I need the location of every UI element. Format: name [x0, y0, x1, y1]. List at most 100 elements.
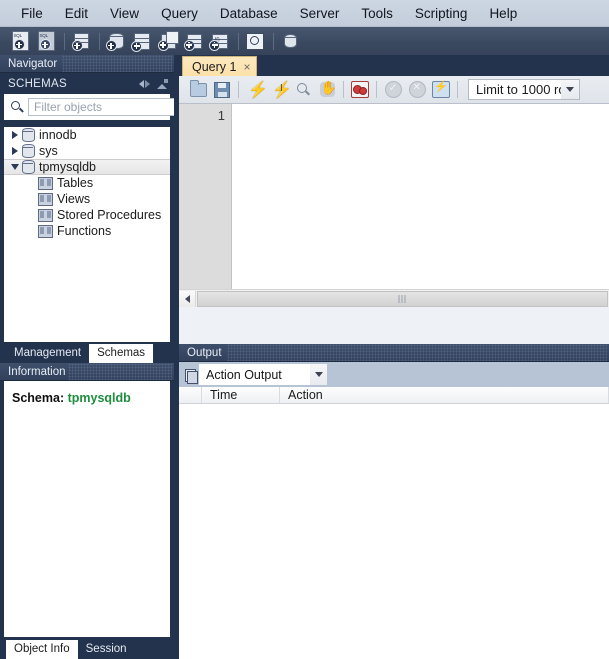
info-schema-value: tpmysqldb — [67, 391, 131, 405]
query-toolbar: Limit to 1000 ro — [179, 76, 609, 104]
filter-row — [4, 94, 195, 120]
mysql-workbench-window: File Edit View Query Database Server Too… — [0, 0, 609, 659]
output-type-value: Action Output — [206, 367, 282, 382]
tree-item-stored-procedures[interactable]: Stored Procedures — [4, 207, 170, 223]
schemas-header: SCHEMAS — [0, 73, 174, 94]
toolbar-separator — [273, 32, 274, 50]
output-type-select[interactable]: Action Output — [199, 364, 327, 385]
tree-item-tables[interactable]: Tables — [4, 175, 170, 191]
menu-item-tools[interactable]: Tools — [350, 4, 404, 23]
information-title: Information — [8, 365, 66, 378]
search-data-icon[interactable] — [243, 29, 267, 53]
tables-folder-icon — [38, 176, 53, 190]
tab-management[interactable]: Management — [6, 344, 89, 363]
chevron-right-icon[interactable] — [8, 128, 22, 142]
new-sql-tab-icon[interactable] — [8, 29, 32, 53]
tree-item-label: tpmysqldb — [39, 160, 96, 174]
query-toolbar-separator — [343, 81, 344, 98]
new-table-icon[interactable] — [130, 29, 154, 53]
scrollbar-thumb[interactable] — [197, 290, 608, 307]
tree-item-functions[interactable]: Functions — [4, 223, 170, 239]
rollback-icon[interactable] — [405, 78, 429, 102]
menu-item-server[interactable]: Server — [289, 4, 351, 23]
reconnect-icon[interactable] — [278, 29, 302, 53]
tab-query-1[interactable]: Query 1 × — [182, 56, 258, 76]
save-script-icon[interactable] — [210, 78, 234, 102]
collapse-all-icon[interactable] — [157, 78, 168, 89]
tree-item-label: Stored Procedures — [57, 208, 162, 222]
query-toolbar-separator — [238, 81, 239, 98]
sidebar-bottom-tab-strip: Object Info Session — [0, 638, 174, 659]
information-header: Information — [0, 363, 174, 381]
editor-tab-strip: Query 1 × — [179, 55, 609, 76]
tree-item-label: Views — [57, 192, 91, 206]
new-procedure-icon[interactable] — [182, 29, 206, 53]
chevron-down-icon[interactable] — [8, 160, 22, 174]
header-dot-pattern — [227, 344, 607, 361]
menu-item-view[interactable]: View — [99, 4, 150, 23]
connection-info-icon[interactable] — [69, 29, 93, 53]
refresh-icon[interactable] — [139, 79, 150, 89]
execute-statement-icon[interactable] — [243, 78, 268, 102]
menu-item-file[interactable]: File — [10, 4, 54, 23]
limit-rows-select[interactable]: Limit to 1000 ro — [468, 79, 580, 100]
menu-item-scripting[interactable]: Scripting — [404, 4, 479, 23]
toggle-stop-on-error-icon[interactable] — [348, 78, 372, 102]
stop-execution-icon[interactable] — [315, 78, 339, 102]
menu-item-query[interactable]: Query — [150, 4, 209, 23]
tree-item-tpmysqldb[interactable]: tpmysqldb — [4, 159, 170, 175]
functions-folder-icon — [38, 224, 53, 238]
output-grid-header: Time Action — [179, 387, 609, 404]
menu-item-database[interactable]: Database — [209, 4, 289, 23]
autocommit-icon[interactable] — [429, 78, 453, 102]
scrollbar-grip-icon — [398, 294, 407, 303]
tab-object-info[interactable]: Object Info — [6, 640, 78, 659]
tab-label: Query 1 — [192, 59, 237, 74]
information-body: Schema: tpmysqldb — [4, 381, 170, 637]
tree-item-views[interactable]: Views — [4, 191, 170, 207]
navigator-tab-strip: Management Schemas — [0, 342, 174, 363]
menu-item-help[interactable]: Help — [478, 4, 528, 23]
new-function-icon[interactable]: f() — [208, 29, 232, 53]
procedures-folder-icon — [38, 208, 53, 222]
execute-current-statement-icon[interactable] — [267, 78, 292, 102]
open-script-icon[interactable] — [186, 78, 210, 102]
output-panel: Output Action Output Time Action — [179, 344, 609, 659]
sql-editor[interactable]: 1 — [179, 104, 609, 289]
output-header: Output — [179, 344, 609, 362]
query-toolbar-separator — [457, 81, 458, 98]
navigator-sidebar: Navigator SCHEMAS innodb sys — [0, 55, 195, 659]
views-folder-icon — [38, 192, 53, 206]
query-toolbar-separator — [376, 81, 377, 98]
output-column-time[interactable]: Time — [202, 387, 280, 403]
output-stack-icon[interactable] — [181, 365, 199, 385]
toolbar-separator — [238, 32, 239, 50]
open-sql-script-icon[interactable] — [34, 29, 58, 53]
output-column-action[interactable]: Action — [280, 387, 609, 403]
information-panel: Information Schema: tpmysqldb — [0, 363, 174, 638]
new-view-icon[interactable] — [156, 29, 180, 53]
menu-item-edit[interactable]: Edit — [54, 4, 99, 23]
main-toolbar: f() — [0, 27, 609, 55]
chevron-right-icon[interactable] — [8, 144, 22, 158]
chevron-down-icon[interactable] — [561, 80, 579, 99]
scroll-left-arrow-icon[interactable] — [179, 290, 196, 307]
header-dot-pattern — [62, 55, 172, 72]
commit-icon[interactable] — [381, 78, 405, 102]
sql-editor-text-area[interactable] — [232, 104, 609, 289]
chevron-down-icon[interactable] — [310, 364, 327, 385]
output-grid-body[interactable] — [179, 404, 609, 659]
filter-objects-input[interactable] — [28, 98, 195, 116]
output-selector-row: Action Output — [179, 362, 609, 387]
new-schema-icon[interactable] — [104, 29, 128, 53]
tab-schemas[interactable]: Schemas — [89, 344, 154, 363]
line-number-gutter: 1 — [179, 104, 232, 289]
close-icon[interactable]: × — [243, 61, 250, 73]
explain-query-icon[interactable] — [291, 78, 315, 102]
editor-horizontal-scrollbar[interactable] — [179, 289, 609, 307]
tree-item-label: Functions — [57, 224, 112, 238]
tree-item-sys[interactable]: sys — [4, 143, 170, 159]
tab-session[interactable]: Session — [78, 640, 135, 659]
info-schema-label: Schema: — [12, 391, 65, 405]
tree-item-innodb[interactable]: innodb — [4, 127, 170, 143]
